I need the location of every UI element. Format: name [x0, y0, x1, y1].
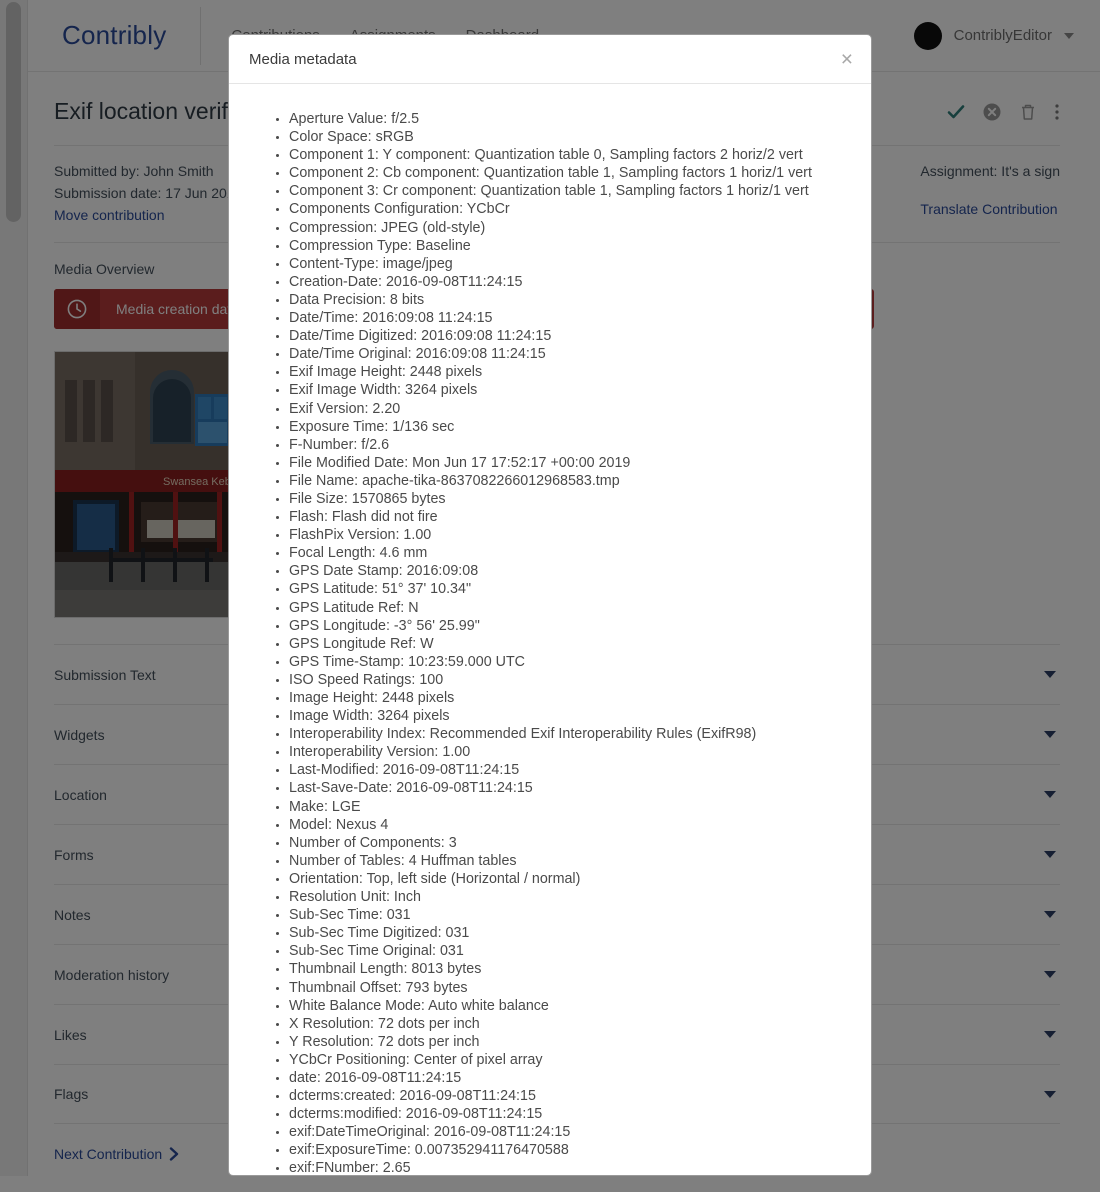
metadata-item: Flash: Flash did not fire — [289, 508, 851, 526]
metadata-item: Interoperability Version: 1.00 — [289, 743, 851, 761]
modal-title: Media metadata — [249, 51, 357, 68]
metadata-item: Thumbnail Length: 8013 bytes — [289, 960, 851, 978]
metadata-item: White Balance Mode: Auto white balance — [289, 997, 851, 1015]
metadata-item: Sub-Sec Time: 031 — [289, 906, 851, 924]
metadata-item: Component 1: Y component: Quantization t… — [289, 146, 851, 164]
metadata-item: Date/Time Digitized: 2016:09:08 11:24:15 — [289, 327, 851, 345]
metadata-item: Make: LGE — [289, 798, 851, 816]
metadata-item: Interoperability Index: Recommended Exif… — [289, 725, 851, 743]
metadata-item: Orientation: Top, left side (Horizontal … — [289, 870, 851, 888]
metadata-item: Creation-Date: 2016-09-08T11:24:15 — [289, 273, 851, 291]
metadata-item: Number of Tables: 4 Huffman tables — [289, 852, 851, 870]
metadata-item: GPS Longitude: -3° 56' 25.99" — [289, 617, 851, 635]
metadata-item: GPS Latitude: 51° 37' 10.34" — [289, 580, 851, 598]
metadata-item: exif:ExposureTime: 0.007352941176470588 — [289, 1141, 851, 1159]
metadata-item: Component 3: Cr component: Quantization … — [289, 182, 851, 200]
metadata-item: YCbCr Positioning: Center of pixel array — [289, 1051, 851, 1069]
metadata-item: Resolution Unit: Inch — [289, 888, 851, 906]
metadata-item: FlashPix Version: 1.00 — [289, 526, 851, 544]
metadata-item: Focal Length: 4.6 mm — [289, 544, 851, 562]
metadata-item: Exif Image Width: 3264 pixels — [289, 381, 851, 399]
modal-body: Aperture Value: f/2.5Color Space: sRGBCo… — [229, 84, 871, 1175]
metadata-item: Sub-Sec Time Digitized: 031 — [289, 924, 851, 942]
metadata-item: GPS Longitude Ref: W — [289, 635, 851, 653]
metadata-item: exif:FNumber: 2.65 — [289, 1159, 851, 1175]
metadata-list: Aperture Value: f/2.5Color Space: sRGBCo… — [249, 110, 851, 1175]
metadata-item: Exif Image Height: 2448 pixels — [289, 363, 851, 381]
metadata-item: Exposure Time: 1/136 sec — [289, 418, 851, 436]
metadata-item: GPS Date Stamp: 2016:09:08 — [289, 562, 851, 580]
metadata-item: Content-Type: image/jpeg — [289, 255, 851, 273]
metadata-item: Thumbnail Offset: 793 bytes — [289, 979, 851, 997]
metadata-item: Last-Modified: 2016-09-08T11:24:15 — [289, 761, 851, 779]
metadata-item: File Name: apache-tika-86370822660129685… — [289, 472, 851, 490]
metadata-item: Aperture Value: f/2.5 — [289, 110, 851, 128]
metadata-item: dcterms:created: 2016-09-08T11:24:15 — [289, 1087, 851, 1105]
metadata-item: Exif Version: 2.20 — [289, 400, 851, 418]
metadata-item: Data Precision: 8 bits — [289, 291, 851, 309]
metadata-item: F-Number: f/2.6 — [289, 436, 851, 454]
metadata-item: Color Space: sRGB — [289, 128, 851, 146]
media-metadata-modal: Media metadata × Aperture Value: f/2.5Co… — [228, 34, 872, 1176]
metadata-item: Image Width: 3264 pixels — [289, 707, 851, 725]
metadata-item: GPS Time-Stamp: 10:23:59.000 UTC — [289, 653, 851, 671]
metadata-item: Component 2: Cb component: Quantization … — [289, 164, 851, 182]
close-icon[interactable]: × — [841, 49, 853, 70]
metadata-item: Model: Nexus 4 — [289, 816, 851, 834]
metadata-item: Components Configuration: YCbCr — [289, 200, 851, 218]
metadata-item: exif:DateTimeOriginal: 2016-09-08T11:24:… — [289, 1123, 851, 1141]
metadata-item: Image Height: 2448 pixels — [289, 689, 851, 707]
metadata-item: X Resolution: 72 dots per inch — [289, 1015, 851, 1033]
metadata-item: Compression Type: Baseline — [289, 237, 851, 255]
metadata-item: File Size: 1570865 bytes — [289, 490, 851, 508]
metadata-item: ISO Speed Ratings: 100 — [289, 671, 851, 689]
metadata-item: Number of Components: 3 — [289, 834, 851, 852]
metadata-item: GPS Latitude Ref: N — [289, 599, 851, 617]
metadata-item: date: 2016-09-08T11:24:15 — [289, 1069, 851, 1087]
metadata-item: Sub-Sec Time Original: 031 — [289, 942, 851, 960]
metadata-item: File Modified Date: Mon Jun 17 17:52:17 … — [289, 454, 851, 472]
metadata-item: Compression: JPEG (old-style) — [289, 219, 851, 237]
metadata-item: Date/Time: 2016:09:08 11:24:15 — [289, 309, 851, 327]
metadata-item: dcterms:modified: 2016-09-08T11:24:15 — [289, 1105, 851, 1123]
modal-header: Media metadata × — [229, 35, 871, 84]
metadata-item: Y Resolution: 72 dots per inch — [289, 1033, 851, 1051]
metadata-item: Last-Save-Date: 2016-09-08T11:24:15 — [289, 779, 851, 797]
metadata-item: Date/Time Original: 2016:09:08 11:24:15 — [289, 345, 851, 363]
